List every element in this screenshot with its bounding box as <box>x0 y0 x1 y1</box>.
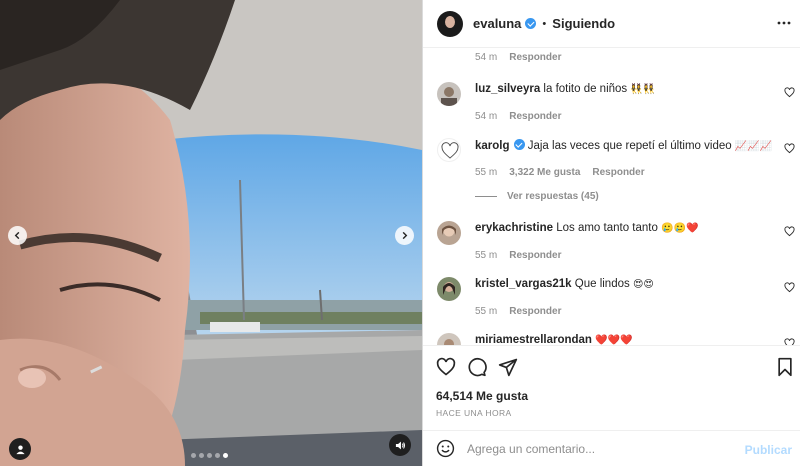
comment-emoji: ❤️❤️❤️ <box>595 335 633 345</box>
heart-icon[interactable] <box>784 282 795 293</box>
comment-body: la fotito de niños <box>543 83 628 95</box>
verified-badge-icon <box>525 18 537 29</box>
commenter-username[interactable]: luz_silveyra <box>475 83 540 95</box>
commenter-avatar[interactable] <box>437 277 461 301</box>
comment-emoji: 🥲🥲❤️ <box>661 223 699 234</box>
post-header: evaluna • Siguiendo <box>423 0 800 48</box>
heart-icon[interactable] <box>436 357 456 377</box>
author-username[interactable]: evaluna <box>473 16 521 31</box>
comment-time: 55 m <box>475 306 498 317</box>
comment-input[interactable] <box>467 441 737 456</box>
list-item: kristel_vargas21k Que lindos 😍😍 55 m Res… <box>423 276 800 332</box>
more-options-icon[interactable] <box>777 16 791 30</box>
likes-count[interactable]: 64,514 Me gusta <box>436 389 528 403</box>
comment-time: 54 m <box>475 52 498 63</box>
commenter-username[interactable]: miriamestrellarondan <box>475 334 592 345</box>
post-timestamp: HACE UNA HORA <box>436 408 512 418</box>
chevron-left-icon <box>14 231 20 240</box>
comment-meta: 55 m Responder <box>475 306 561 317</box>
comment-text: miriamestrellarondan ❤️❤️❤️ <box>475 334 633 345</box>
previous-slide-button[interactable] <box>8 226 27 245</box>
tagged-users-button[interactable] <box>9 438 31 460</box>
share-icon[interactable] <box>498 357 518 377</box>
header-separator: • <box>542 17 547 30</box>
comment-text: erykachristine Los amo tanto tanto 🥲🥲❤️ <box>475 222 698 234</box>
commenter-username[interactable]: kristel_vargas21k <box>475 278 572 290</box>
verified-badge-icon <box>513 139 525 150</box>
comment-emoji: 😍😍 <box>632 279 654 290</box>
commenter-avatar[interactable] <box>437 333 461 345</box>
speaker-icon <box>395 441 405 449</box>
slide-dot <box>191 453 196 458</box>
view-replies-label: Ver respuestas (45) <box>507 191 599 202</box>
commenter-avatar[interactable] <box>437 138 461 162</box>
list-item: karolg Jaja las veces que repetí el últi… <box>423 137 800 193</box>
smiley-icon[interactable] <box>436 439 455 458</box>
heart-icon[interactable] <box>784 338 795 345</box>
commenter-avatar[interactable] <box>437 221 461 245</box>
list-item: erykachristine Los amo tanto tanto 🥲🥲❤️ … <box>423 220 800 276</box>
list-item: luz_silveyra la fotito de niños 👯‍♀️👯‍♀️… <box>423 81 800 137</box>
comment-emoji: 📈📈📈 <box>734 141 773 152</box>
comment-icon[interactable] <box>467 357 487 377</box>
commenter-username[interactable]: karolg <box>475 140 510 152</box>
reply-button[interactable]: Responder <box>509 250 561 261</box>
reply-button[interactable]: Responder <box>592 167 644 178</box>
slide-dot <box>207 453 212 458</box>
bookmark-icon[interactable] <box>776 357 794 377</box>
heart-icon[interactable] <box>784 143 795 154</box>
reply-button[interactable]: Responder <box>509 111 561 122</box>
audio-toggle-button[interactable] <box>389 434 411 456</box>
post-details-panel: evaluna • Siguiendo 54 m Responder luz_s… <box>422 0 800 466</box>
slide-indicator <box>191 453 228 458</box>
post-media[interactable] <box>0 0 422 466</box>
heart-icon[interactable] <box>784 87 795 98</box>
comment-meta: 54 m Responder <box>475 111 561 122</box>
following-button[interactable]: Siguiendo <box>552 16 615 31</box>
heart-icon[interactable] <box>784 226 795 237</box>
comment-time: 55 m <box>475 167 498 178</box>
list-item: miriamestrellarondan ❤️❤️❤️ <box>423 332 800 345</box>
reply-button[interactable]: Responder <box>509 52 561 63</box>
replies-divider <box>475 196 497 197</box>
comment-likes[interactable]: 3,322 Me gusta <box>509 167 580 178</box>
reply-button[interactable]: Responder <box>509 306 561 317</box>
author-avatar[interactable] <box>437 10 463 37</box>
comment-emoji: 👯‍♀️👯‍♀️ <box>630 84 656 95</box>
comment-body: Jaja las veces que repetí el último vide… <box>527 140 732 152</box>
commenter-avatar[interactable] <box>437 82 461 106</box>
comment-time: 54 m <box>475 111 498 122</box>
chevron-right-icon <box>402 231 408 240</box>
publish-button[interactable]: Publicar <box>745 443 792 457</box>
comment-time: 55 m <box>475 250 498 261</box>
comments-list[interactable]: 54 m Responder luz_silveyra la fotito de… <box>423 48 800 345</box>
comment-body: Los amo tanto tanto <box>556 222 658 234</box>
comment-meta: 55 m Responder <box>475 250 561 261</box>
commenter-username[interactable]: erykachristine <box>475 222 553 234</box>
comment-body: Que lindos <box>574 278 630 290</box>
post-photo <box>0 0 422 466</box>
view-replies-button[interactable]: Ver respuestas (45) <box>475 191 599 202</box>
comment-text: luz_silveyra la fotito de niños 👯‍♀️👯‍♀️ <box>475 83 655 95</box>
comment-meta: 55 m 3,322 Me gusta Responder <box>475 167 645 178</box>
comment-text: karolg Jaja las veces que repetí el últi… <box>475 139 772 152</box>
slide-dot <box>215 453 220 458</box>
comment-composer: Publicar <box>423 430 800 466</box>
comment-meta: 54 m Responder <box>475 52 561 63</box>
slide-dot-active <box>223 453 228 458</box>
comment-text: kristel_vargas21k Que lindos 😍😍 <box>475 278 654 290</box>
user-tag-icon <box>15 444 25 454</box>
post-actions: 64,514 Me gusta HACE UNA HORA <box>423 345 800 421</box>
slide-dot <box>199 453 204 458</box>
next-slide-button[interactable] <box>395 226 414 245</box>
